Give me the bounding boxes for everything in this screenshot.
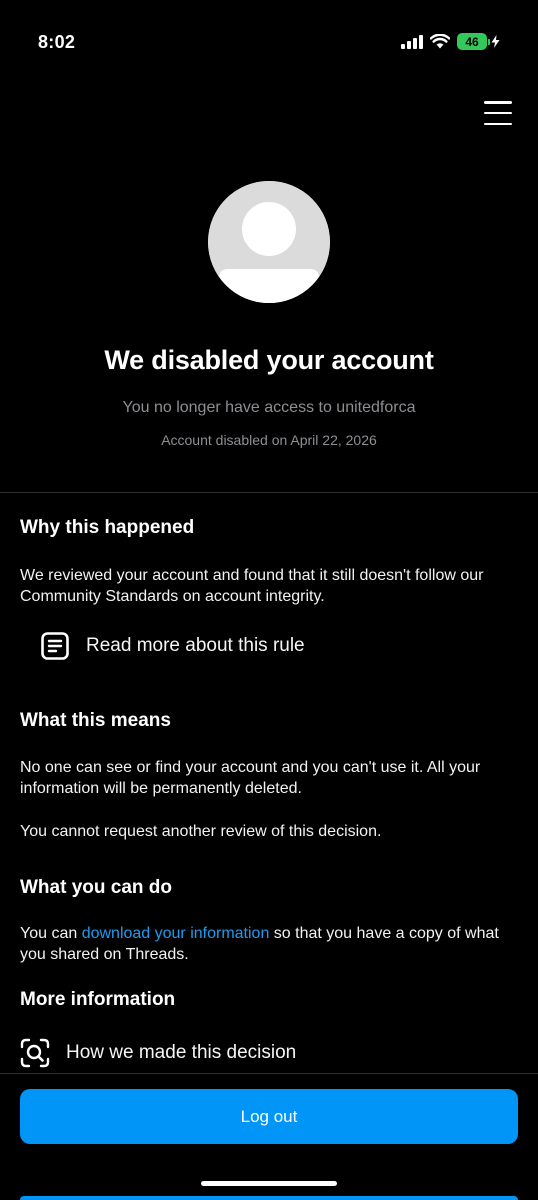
why-text: We reviewed your account and found that … xyxy=(20,567,484,605)
access-message: You no longer have access to unitedforca xyxy=(122,399,416,416)
page-title: We disabled your account xyxy=(104,345,434,375)
battery-charging-icon: 46 xyxy=(457,33,500,50)
hamburger-menu-icon[interactable] xyxy=(484,101,512,125)
disabled-date: Account disabled on April 22, 2026 xyxy=(161,432,377,448)
why-heading: Why this happened xyxy=(20,517,195,538)
no-review-text: You cannot request another review of thi… xyxy=(20,823,382,840)
cellular-signal-icon xyxy=(401,34,423,49)
status-time: 8:02 xyxy=(38,32,76,52)
document-icon xyxy=(41,632,69,660)
status-bar: 8:02 46 xyxy=(0,0,538,80)
can-do-heading: What you can do xyxy=(20,877,172,898)
download-information-link[interactable]: download your information xyxy=(82,925,270,942)
home-indicator[interactable] xyxy=(201,1181,337,1186)
battery-level: 46 xyxy=(457,33,487,50)
section-divider xyxy=(0,492,538,493)
status-icons: 46 xyxy=(401,33,500,50)
more-info-heading: More information xyxy=(20,989,176,1010)
footer-divider xyxy=(0,1073,538,1074)
wifi-icon xyxy=(430,34,450,49)
means-text: No one can see or find your account and … xyxy=(20,759,481,797)
means-heading: What this means xyxy=(20,710,171,731)
search-scan-icon xyxy=(20,1038,50,1068)
decision-info-link[interactable]: How we made this decision xyxy=(20,1038,296,1068)
background-button-peek xyxy=(20,1196,518,1200)
read-rule-link[interactable]: Read more about this rule xyxy=(40,631,305,661)
decision-info-label: How we made this decision xyxy=(66,1042,297,1063)
can-do-text-before: You can xyxy=(20,925,82,942)
default-avatar-icon xyxy=(208,181,330,303)
logout-button[interactable]: Log out xyxy=(20,1089,518,1144)
read-rule-label: Read more about this rule xyxy=(86,635,305,656)
can-do-text: You can download your information so tha… xyxy=(20,923,520,965)
charging-bolt-icon xyxy=(491,35,500,48)
